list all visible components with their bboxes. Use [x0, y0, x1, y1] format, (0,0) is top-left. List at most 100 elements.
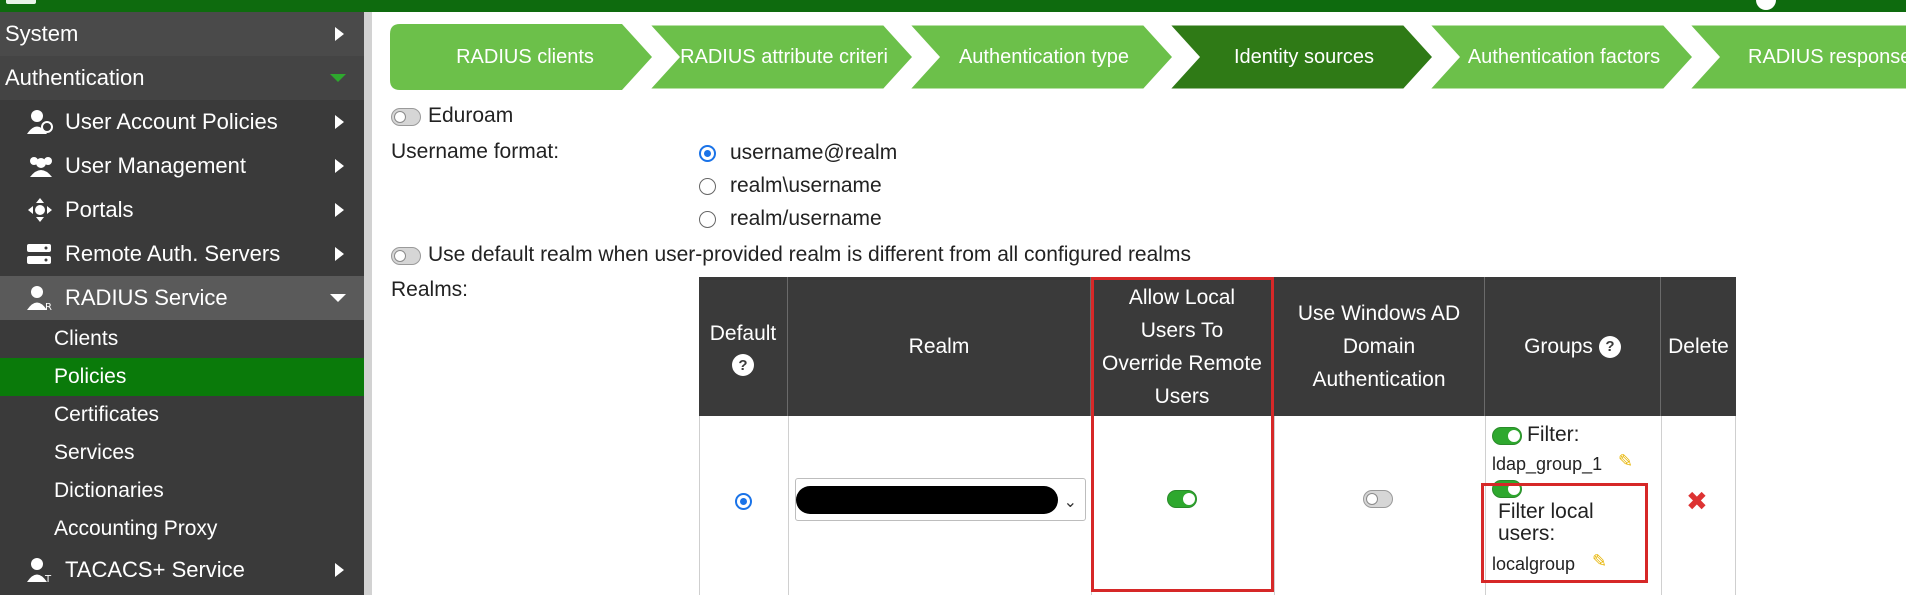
highlight-box-filter-local: [1481, 483, 1648, 583]
wizard-step-radius-clients[interactable]: RADIUS clients: [390, 24, 660, 90]
chevron-right-icon: [335, 159, 344, 173]
column-divider: [788, 416, 789, 595]
sidebar-item-user-account-policies[interactable]: User Account Policies: [0, 100, 364, 144]
sidebar-subitem-policies[interactable]: Policies: [0, 358, 364, 396]
help-icon[interactable]: ?: [732, 354, 754, 376]
realm-select[interactable]: ⌄: [795, 478, 1086, 521]
column-header-groups: Groups ?: [1485, 277, 1661, 416]
radius-user-icon: R: [26, 285, 54, 313]
sidebar-subitem-certificates[interactable]: Certificates: [0, 396, 364, 434]
column-header-label: Groups: [1524, 335, 1593, 358]
wizard-step-label: Authentication type: [958, 45, 1130, 68]
chevron-right-icon: [335, 203, 344, 217]
svg-text:T: T: [44, 574, 52, 583]
eduroam-label: Eduroam: [428, 104, 514, 127]
portals-icon: [26, 197, 54, 223]
sidebar-item-user-management[interactable]: User Management: [0, 144, 364, 188]
windows-ad-toggle[interactable]: [1363, 490, 1393, 508]
sidebar-scrollbar[interactable]: [364, 12, 372, 595]
column-header-label: Default: [709, 322, 777, 345]
wizard-step-label: RADIUS clients: [456, 45, 594, 68]
column-header-windows-ad: Use Windows AD Domain Authentication: [1274, 277, 1485, 416]
column-header-default: Default ?: [699, 277, 788, 416]
user-menu-icon[interactable]: [1756, 0, 1776, 10]
sidebar-item-label: Authentication: [5, 65, 145, 90]
sidebar-item-label: Certificates: [54, 403, 160, 426]
delete-realm-icon[interactable]: ✖: [1686, 486, 1708, 517]
tacacs-user-icon: T: [26, 557, 54, 585]
sidebar-subitem-services[interactable]: Services: [0, 434, 364, 472]
chevron-right-icon: [335, 563, 344, 577]
wizard-steps: RADIUS clients RADIUS attribute criteri …: [390, 24, 1906, 90]
eduroam-toggle[interactable]: [391, 108, 421, 126]
column-header-realm: Realm: [788, 277, 1091, 416]
servers-icon: [26, 241, 54, 267]
username-format-radio-username-at-realm[interactable]: [699, 145, 716, 162]
sidebar-item-label: User Management: [65, 153, 246, 178]
chevron-down-icon: [330, 294, 346, 302]
wizard-step-authentication-factors[interactable]: Authentication factors: [1428, 24, 1700, 90]
username-format-option-label: realm/username: [730, 207, 882, 230]
default-realm-radio[interactable]: [735, 493, 752, 510]
realms-label: Realms:: [391, 278, 469, 301]
column-header-label: Realm: [908, 335, 970, 358]
column-header-delete: Delete: [1661, 277, 1736, 416]
user-policy-icon: [26, 109, 54, 135]
wizard-step-label: Authentication factors: [1467, 45, 1661, 68]
wizard-step-radius-attribute-criteria[interactable]: RADIUS attribute criteri: [648, 24, 920, 90]
sidebar-item-radius-service[interactable]: R RADIUS Service: [0, 276, 364, 320]
wizard-step-authentication-type[interactable]: Authentication type: [908, 24, 1180, 90]
wizard-step-radius-response[interactable]: RADIUS response: [1688, 24, 1906, 90]
sidebar-item-authentication[interactable]: Authentication: [0, 56, 364, 100]
default-realm-toggle[interactable]: [391, 247, 421, 265]
column-divider: [1661, 416, 1662, 595]
column-header-label: Use Windows AD Domain Authentication: [1297, 302, 1461, 391]
column-divider: [1274, 416, 1275, 595]
sidebar-item-label: Clients: [54, 327, 119, 350]
svg-text:R: R: [45, 302, 52, 311]
sidebar-item-portals[interactable]: Portals: [0, 188, 364, 232]
sidebar-item-label: User Account Policies: [65, 109, 278, 134]
chevron-down-icon: ⌄: [1063, 494, 1077, 511]
default-realm-label: Use default realm when user-provided rea…: [428, 243, 1191, 266]
sidebar-item-label: RADIUS Service: [65, 285, 228, 310]
username-format-radio-realm-slash-username[interactable]: [699, 211, 716, 228]
sidebar-item-label: TACACS+ Service: [65, 557, 245, 582]
sidebar-subitem-accounting-proxy[interactable]: Accounting Proxy: [0, 510, 364, 548]
sidebar-item-label: Services: [54, 441, 135, 464]
chevron-right-icon: [335, 27, 344, 41]
sidebar-item-label: Dictionaries: [54, 479, 164, 502]
filter-toggle[interactable]: [1492, 427, 1522, 445]
sidebar: System Authentication User Account Polic…: [0, 12, 372, 595]
username-format-radio-realm-backslash-username[interactable]: [699, 178, 716, 195]
sidebar-item-label: System: [5, 21, 79, 46]
top-left-tab: [6, 0, 36, 4]
sidebar-item-label: Policies: [54, 365, 127, 388]
redacted-realm-value: [796, 486, 1058, 514]
sidebar-subitem-dictionaries[interactable]: Dictionaries: [0, 472, 364, 510]
sidebar-item-label: Accounting Proxy: [54, 517, 218, 540]
sidebar-item-system[interactable]: System: [0, 12, 364, 56]
sidebar-item-label: Portals: [65, 197, 134, 222]
filter-label: Filter:: [1527, 423, 1580, 446]
users-icon: [26, 153, 54, 179]
filter-value: ldap_group_1: [1492, 454, 1603, 474]
username-format-label: Username format:: [391, 140, 560, 163]
wizard-step-label: Identity sources: [1233, 45, 1375, 68]
help-icon[interactable]: ?: [1598, 335, 1621, 358]
username-format-option-label: realm\username: [730, 174, 882, 197]
chevron-right-icon: [335, 247, 344, 261]
sidebar-item-remote-auth-servers[interactable]: Remote Auth. Servers: [0, 232, 364, 276]
username-format-option-label: username@realm: [730, 141, 898, 164]
edit-filter-pencil-icon[interactable]: ✎: [1618, 451, 1633, 472]
top-bar: [0, 0, 1906, 12]
chevron-down-icon: [330, 74, 346, 82]
column-header-label: Delete: [1668, 335, 1729, 358]
sidebar-item-tacacs-service[interactable]: T TACACS+ Service: [0, 548, 364, 592]
wizard-step-label: RADIUS attribute criteri: [680, 45, 888, 68]
wizard-step-identity-sources[interactable]: Identity sources: [1168, 24, 1440, 90]
sidebar-subitem-clients[interactable]: Clients: [0, 320, 364, 358]
chevron-right-icon: [335, 115, 344, 129]
wizard-step-label: RADIUS response: [1748, 45, 1906, 68]
highlight-box-allow-local: [1091, 277, 1274, 592]
